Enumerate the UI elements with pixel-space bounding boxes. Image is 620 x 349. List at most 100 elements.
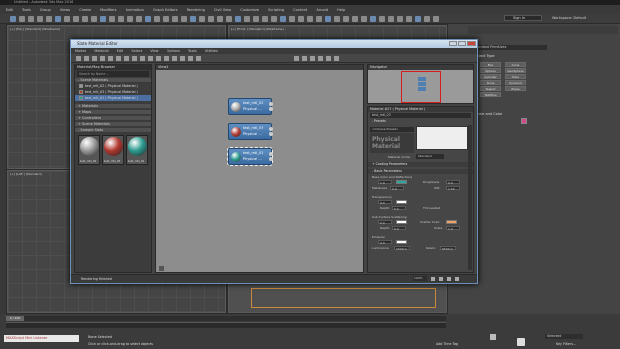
slate-menu-edit[interactable]: Edit [117,49,124,53]
slate-tool-icon[interactable] [172,56,177,61]
slate-tool-icon[interactable] [318,56,323,61]
toolbar-tool-icon[interactable] [352,16,358,22]
slate-tool-icon[interactable] [148,56,153,61]
toolbar-tool-icon[interactable] [55,16,61,22]
browser-section[interactable]: + Materials [75,104,151,109]
slate-tool-icon[interactable] [180,56,185,61]
slate-tool-icon[interactable] [294,56,299,61]
menu-scripting[interactable]: Scripting [268,8,284,12]
slate-menu-material[interactable]: Material [94,49,108,53]
scatter-color-swatch[interactable] [446,220,457,224]
toolbar-tool-icon[interactable] [262,16,268,22]
toolbar-tool-icon[interactable] [325,16,331,22]
menu-help[interactable]: Help [337,8,345,12]
toolbar-tool-icon[interactable] [163,16,169,22]
menu-content[interactable]: Content [293,8,307,12]
menu-graph-editors[interactable]: Graph Editors [153,8,178,12]
material-node[interactable]: test_mtl_01 Physical ... [227,147,273,166]
key-selection-dropdown[interactable]: Selected [545,334,583,339]
base-weight-spinner[interactable]: 1.0 [378,180,392,185]
toolbar-tool-icon[interactable] [172,16,178,22]
zoom-icon[interactable] [431,277,435,281]
workspace-selector[interactable]: Workspace: Default [552,15,586,21]
add-time-tag[interactable]: Add Time Tag [436,342,458,346]
slate-tool-icon[interactable] [310,56,315,61]
primitive-type-dropdown[interactable]: Standard Primitives [472,45,547,50]
set-key-icon[interactable] [517,338,525,346]
minimize-button[interactable] [449,41,457,46]
scene-material-item[interactable]: test_mtl_01 ( Physical Material ) [75,95,151,101]
luminance-spinner[interactable]: 1500.0 [394,246,410,251]
toolbar-tool-icon[interactable] [406,16,412,22]
presets-rollout[interactable]: - Presets [368,119,473,124]
menu-modifiers[interactable]: Modifiers [100,8,116,12]
slate-tool-icon[interactable] [124,56,129,61]
toolbar-tool-icon[interactable] [388,16,394,22]
create-plane-button[interactable]: Plane [505,86,526,91]
node-output-port[interactable] [269,127,273,131]
toolbar-tool-icon[interactable] [334,16,340,22]
toolbar-tool-icon[interactable] [145,16,151,22]
slate-menu-select[interactable]: Select [131,49,142,53]
slate-tool-icon[interactable] [84,56,89,61]
toolbar-tool-icon[interactable] [37,16,43,22]
slate-tool-icon[interactable] [302,56,307,61]
node-output-port[interactable] [269,102,273,106]
toolbar-tool-icon[interactable] [199,16,205,22]
view-nav-icon[interactable] [159,266,164,271]
menu-group[interactable]: Group [40,8,51,12]
view-title[interactable]: View1 [156,65,363,70]
slate-tool-icon[interactable] [140,56,145,61]
slate-tool-icon[interactable] [334,56,339,61]
command-panel-tabs[interactable] [468,26,618,34]
toolbar-tool-icon[interactable] [208,16,214,22]
time-slider-thumb[interactable]: 0 / 100 [6,316,24,321]
toolbar-tool-icon[interactable] [10,16,16,22]
create-textplus-button[interactable]: TextPlus [480,92,501,97]
create-teapot-button[interactable]: Teapot [480,86,501,91]
menu-civil-view[interactable]: Civil View [214,8,231,12]
emission-spinner[interactable]: 0.0 [378,240,392,245]
time-slider[interactable]: 0 / 100 [6,316,446,321]
key-filters-button[interactable]: Key Filters... [556,342,576,346]
toolbar-tool-icon[interactable] [127,16,133,22]
slate-menu-tools[interactable]: Tools [188,49,197,53]
slate-tool-icon[interactable] [92,56,97,61]
menu-tools[interactable]: Tools [22,8,31,12]
thin-walled-checkbox[interactable]: Thin-walled [423,206,440,210]
toolbar-tool-icon[interactable] [100,16,106,22]
toolbar-tool-icon[interactable] [235,16,241,22]
toolbar-tool-icon[interactable] [271,16,277,22]
slate-tool-icon[interactable] [156,56,161,61]
name-and-color-rollout[interactable]: Name and Color [474,112,502,116]
toolbar-tool-icon[interactable] [343,16,349,22]
close-icon[interactable] [467,41,476,46]
menu-edit[interactable]: Edit [6,8,13,12]
kelvin-spinner[interactable]: 6500.0 [440,246,456,251]
zoom-dropdown[interactable]: 100% [413,276,427,281]
fit-icon[interactable] [455,277,459,281]
toolbar-tool-icon[interactable] [91,16,97,22]
slate-tool-icon[interactable] [188,56,193,61]
toolbar-tool-icon[interactable] [73,16,79,22]
menu-arnold[interactable]: Arnold [316,8,328,12]
slate-tool-icon[interactable] [326,56,331,61]
toolbar-tool-icon[interactable] [154,16,160,22]
toolbar-tool-icon[interactable] [361,16,367,22]
sss-color-swatch[interactable] [396,220,407,224]
material-mode-dropdown[interactable]: Standard [416,154,444,159]
metalness-spinner[interactable]: 0.0 [390,186,404,191]
scale-spinner[interactable]: 1.0 [446,226,460,231]
browser-search-input[interactable]: Search by Name ... [77,71,149,77]
toolbar-tool-icon[interactable] [307,16,313,22]
create-pyramid-button[interactable]: Pyramid [505,80,526,85]
toolbar-tool-icon[interactable] [280,16,286,22]
slate-menu-modes[interactable]: Modes [75,49,86,53]
slate-menu-options[interactable]: Options [167,49,181,53]
create-cone-button[interactable]: Cone [505,62,526,67]
depth2-spinner[interactable]: 0.0 [392,226,406,231]
slate-menu-utilities[interactable]: Utilities [205,49,218,53]
create-sphere-button[interactable]: Sphere [480,68,501,73]
slate-tool-icon[interactable] [108,56,113,61]
param-scrollbar[interactable] [468,125,472,270]
